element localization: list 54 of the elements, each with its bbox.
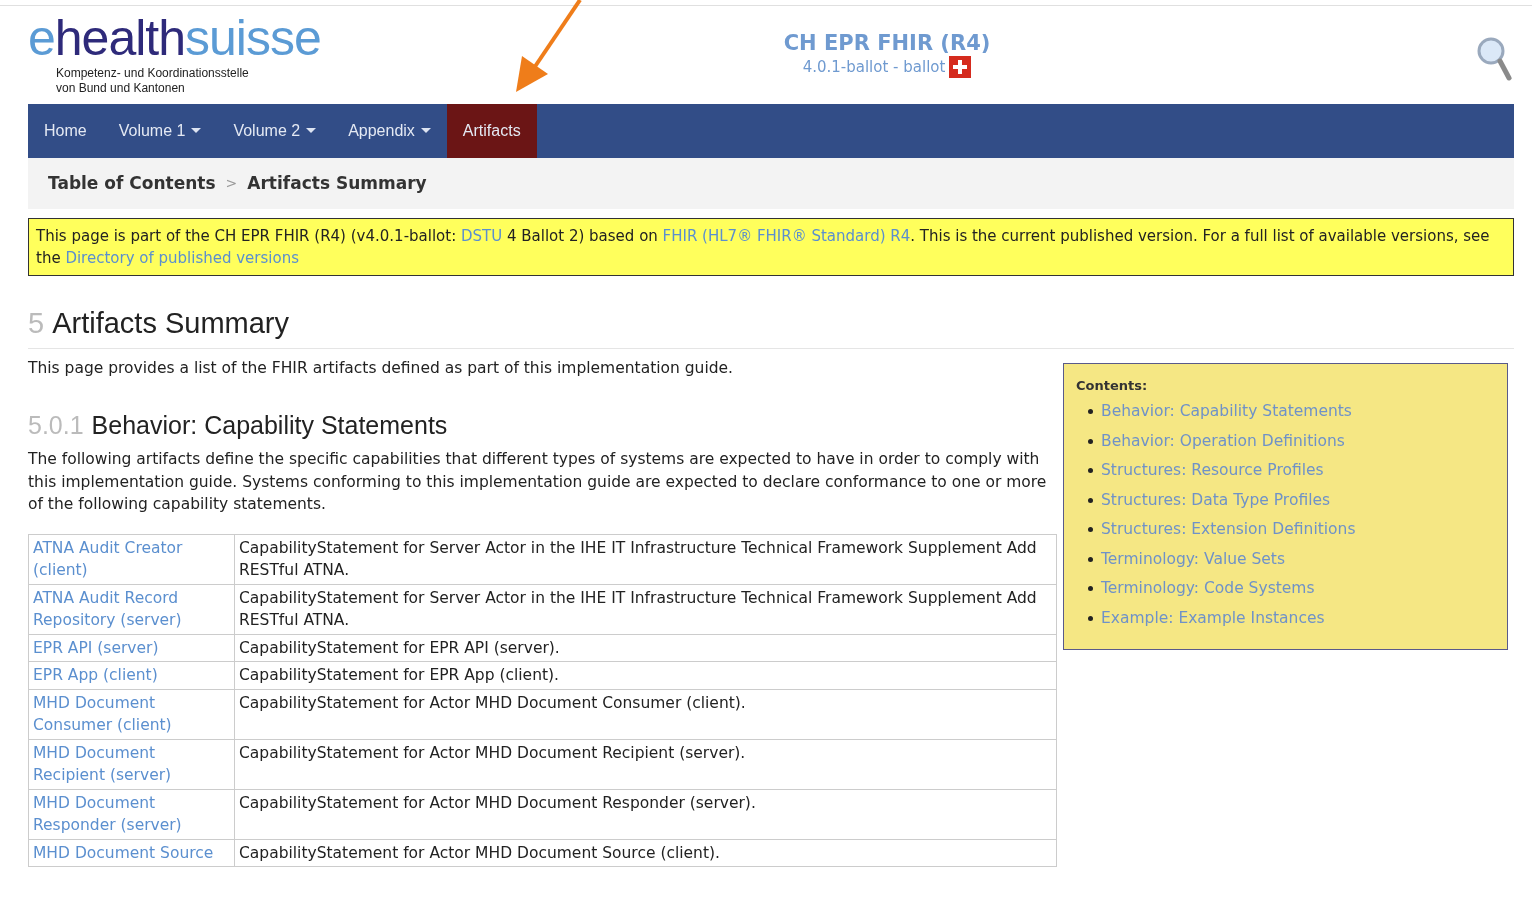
artifact-link[interactable]: MHD Document Source [33, 841, 230, 864]
notice-link[interactable]: FHIR (HL7® FHIR® Standard) R4 [662, 227, 911, 245]
notice-link[interactable]: Directory of published versions [65, 249, 299, 267]
notice-link[interactable]: DSTU [461, 227, 503, 245]
table-cell: CapabilityStatement for Actor MHD Document Responder (server). [234, 789, 1057, 839]
intro-text: This page provides a list of the FHIR artifacts defined as part of this implementation guide. [28, 357, 734, 379]
artifact-link[interactable]: MHD Document Responder (server) [33, 791, 230, 837]
section-description: The following artifacts define the specific capabilities that different types of systems are expected to have in order to comply with this implementation guide. Systems conforming to this implementation guide are expected to declare conformance to one or more of the following capability statements. [28, 449, 1048, 515]
contents-link[interactable]: Structures: Data Type Profiles [1101, 488, 1331, 512]
breadcrumb-link[interactable]: Artifacts Summary [247, 170, 427, 197]
contents-link[interactable]: Structures: Extension Definitions [1101, 518, 1356, 542]
logo-tagline: Kompetenz- und Koordinationsstelle [55, 66, 250, 81]
bullet-icon [1088, 409, 1093, 415]
contents-link[interactable]: Example: Example Instances [1101, 606, 1325, 630]
artifact-link[interactable]: EPR API (server) [33, 636, 230, 659]
bullet-icon [1088, 438, 1093, 444]
guide-version: 4.0.1-ballot - ballot [802, 57, 946, 77]
table-cell: CapabilityStatement for EPR API (server). [234, 634, 1057, 662]
artifact-link[interactable]: MHD Document Recipient (server) [33, 741, 230, 787]
artifact-link[interactable]: ATNA Audit Record Repository (server) [33, 586, 230, 632]
breadcrumb-separator: > [225, 174, 238, 193]
table-cell: CapabilityStatement for Actor MHD Document Recipient (server). [234, 739, 1057, 789]
nav-tab[interactable]: Artifacts [446, 104, 537, 158]
table-cell: CapabilityStatement for EPR App (client). [234, 661, 1057, 689]
contents-link[interactable]: Behavior: Operation Definitions [1101, 429, 1345, 453]
table-cell: CapabilityStatement for Server Actor in the IHE IT Infrastructure Technical Framework Supplement Add RESTful ATNA. [234, 584, 1057, 634]
bullet-icon [1088, 615, 1093, 621]
logo-tagline: von Bund und Kantonen [55, 81, 186, 96]
contents-link[interactable]: Terminology: Value Sets [1101, 547, 1286, 571]
bullet-icon [1088, 556, 1093, 562]
logo-wordmark: ehealthsuisse [28, 10, 322, 66]
table-cell: CapabilityStatement for Actor MHD Document Consumer (client). [234, 689, 1057, 739]
breadcrumb-link[interactable]: Table of Contents [48, 170, 216, 197]
contents-link[interactable]: Terminology: Code Systems [1101, 577, 1315, 601]
contents-title: Contents: [1076, 376, 1149, 395]
artifact-link[interactable]: MHD Document Consumer (client) [33, 691, 230, 737]
bullet-icon [1088, 497, 1093, 503]
swiss-flag-icon [949, 56, 972, 78]
contents-link[interactable]: Behavior: Capability Statements [1101, 400, 1352, 424]
heading-number: 5 [28, 306, 45, 341]
table-cell: CapabilityStatement for Actor MHD Document Source (client). [234, 839, 1057, 867]
artifact-link[interactable]: ATNA Audit Creator (client) [33, 536, 230, 582]
artifact-link[interactable]: EPR App (client) [33, 664, 230, 687]
table-cell: CapabilityStatement for Server Actor in the IHE IT Infrastructure Technical Framework Supplement Add RESTful ATNA. [234, 534, 1057, 584]
contents-link[interactable]: Structures: Resource Profiles [1101, 459, 1324, 483]
section-heading: Behavior: Capability Statements [91, 409, 448, 441]
bullet-icon [1088, 468, 1093, 474]
search-icon[interactable] [1476, 36, 1512, 82]
guide-title: CH EPR FHIR (R4) [783, 30, 991, 56]
notice-text: This page is part of the CH EPR FHIR (R4) (v4.0.1-ballot: DSTU 4 Ballot 2) based on FHIR (HL7® FHIR® Standard) R4. This is the current published version. For a full list of available versions, see the Directory of published versions [36, 227, 1490, 267]
heading-number: 5.0.1 [28, 409, 84, 441]
bullet-icon [1088, 527, 1093, 533]
bullet-icon [1088, 586, 1093, 592]
page-heading: Artifacts Summary [52, 306, 289, 341]
